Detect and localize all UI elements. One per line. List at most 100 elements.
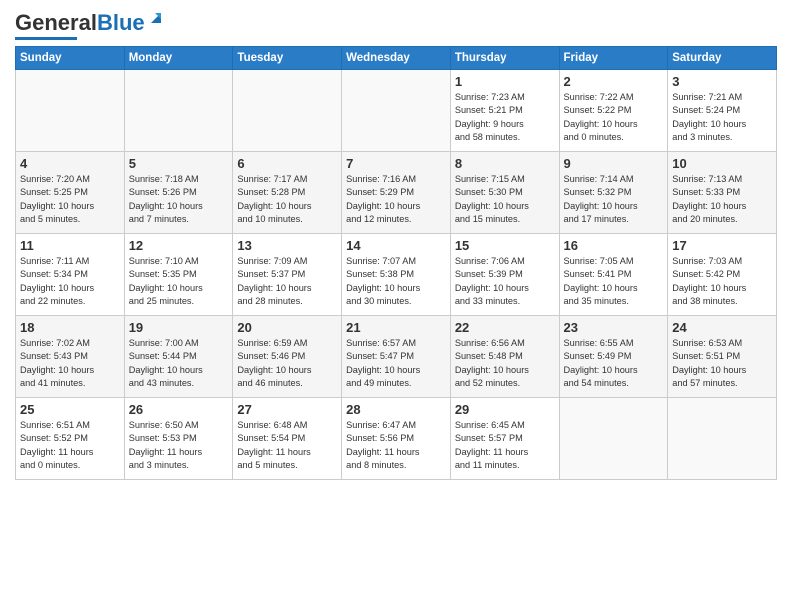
day-number: 15: [455, 238, 555, 253]
calendar-cell: 3 Sunrise: 7:21 AM Sunset: 5:24 PM Daylig…: [668, 70, 777, 152]
day-info: Sunrise: 7:10 AM Sunset: 5:35 PM Dayligh…: [129, 255, 229, 308]
calendar-cell: 13 Sunrise: 7:09 AM Sunset: 5:37 PM Dayli…: [233, 234, 342, 316]
day-number: 6: [237, 156, 337, 171]
weekday-header-sunday: Sunday: [16, 47, 125, 70]
weekday-header-friday: Friday: [559, 47, 668, 70]
day-info: Sunrise: 7:17 AM Sunset: 5:28 PM Dayligh…: [237, 173, 337, 226]
logo-icon: [147, 9, 165, 27]
day-info: Sunrise: 7:05 AM Sunset: 5:41 PM Dayligh…: [564, 255, 664, 308]
day-info: Sunrise: 7:09 AM Sunset: 5:37 PM Dayligh…: [237, 255, 337, 308]
day-number: 10: [672, 156, 772, 171]
calendar-cell: 12 Sunrise: 7:10 AM Sunset: 5:35 PM Dayli…: [124, 234, 233, 316]
day-info: Sunrise: 7:06 AM Sunset: 5:39 PM Dayligh…: [455, 255, 555, 308]
day-info: Sunrise: 7:13 AM Sunset: 5:33 PM Dayligh…: [672, 173, 772, 226]
day-number: 29: [455, 402, 555, 417]
calendar-cell: 5Sunrise: 7:18 AM Sunset: 5:26 PM Daylig…: [124, 152, 233, 234]
calendar-cell: [668, 398, 777, 480]
day-number: 28: [346, 402, 446, 417]
day-info: Sunrise: 7:14 AM Sunset: 5:32 PM Dayligh…: [564, 173, 664, 226]
day-number: 22: [455, 320, 555, 335]
calendar-cell: 20Sunrise: 6:59 AM Sunset: 5:46 PM Dayli…: [233, 316, 342, 398]
day-number: 11: [20, 238, 120, 253]
day-info: Sunrise: 6:57 AM Sunset: 5:47 PM Dayligh…: [346, 337, 446, 390]
calendar-cell: [124, 70, 233, 152]
week-row-3: 18Sunrise: 7:02 AM Sunset: 5:43 PM Dayli…: [16, 316, 777, 398]
day-number: 23: [564, 320, 664, 335]
calendar-cell: 8 Sunrise: 7:15 AM Sunset: 5:30 PM Daylig…: [450, 152, 559, 234]
day-info: Sunrise: 6:59 AM Sunset: 5:46 PM Dayligh…: [237, 337, 337, 390]
day-number: 1: [455, 74, 555, 89]
calendar-cell: 26 Sunrise: 6:50 AM Sunset: 5:53 PM Dayli…: [124, 398, 233, 480]
day-number: 16: [564, 238, 664, 253]
day-info: Sunrise: 7:22 AM Sunset: 5:22 PM Dayligh…: [564, 91, 664, 144]
calendar-cell: 23 Sunrise: 6:55 AM Sunset: 5:49 PM Dayli…: [559, 316, 668, 398]
calendar-cell: 18Sunrise: 7:02 AM Sunset: 5:43 PM Dayli…: [16, 316, 125, 398]
calendar-cell: 14Sunrise: 7:07 AM Sunset: 5:38 PM Dayli…: [342, 234, 451, 316]
week-row-4: 25Sunrise: 6:51 AM Sunset: 5:52 PM Dayli…: [16, 398, 777, 480]
week-row-2: 11 Sunrise: 7:11 AM Sunset: 5:34 PM Dayli…: [16, 234, 777, 316]
day-number: 12: [129, 238, 229, 253]
day-info: Sunrise: 6:55 AM Sunset: 5:49 PM Dayligh…: [564, 337, 664, 390]
day-info: Sunrise: 6:56 AM Sunset: 5:48 PM Dayligh…: [455, 337, 555, 390]
day-info: Sunrise: 7:16 AM Sunset: 5:29 PM Dayligh…: [346, 173, 446, 226]
logo: GeneralBlue: [15, 10, 165, 40]
calendar-cell: 21 Sunrise: 6:57 AM Sunset: 5:47 PM Dayli…: [342, 316, 451, 398]
calendar-cell: 10 Sunrise: 7:13 AM Sunset: 5:33 PM Dayli…: [668, 152, 777, 234]
calendar-cell: 25Sunrise: 6:51 AM Sunset: 5:52 PM Dayli…: [16, 398, 125, 480]
weekday-header-tuesday: Tuesday: [233, 47, 342, 70]
day-number: 13: [237, 238, 337, 253]
weekday-header-thursday: Thursday: [450, 47, 559, 70]
calendar-cell: 6 Sunrise: 7:17 AM Sunset: 5:28 PM Daylig…: [233, 152, 342, 234]
calendar-cell: 4 Sunrise: 7:20 AM Sunset: 5:25 PM Daylig…: [16, 152, 125, 234]
day-info: Sunrise: 6:47 AM Sunset: 5:56 PM Dayligh…: [346, 419, 446, 472]
day-info: Sunrise: 7:18 AM Sunset: 5:26 PM Dayligh…: [129, 173, 229, 226]
calendar-cell: 24Sunrise: 6:53 AM Sunset: 5:51 PM Dayli…: [668, 316, 777, 398]
day-number: 19: [129, 320, 229, 335]
calendar-header-row: SundayMondayTuesdayWednesdayThursdayFrid…: [16, 47, 777, 70]
day-number: 7: [346, 156, 446, 171]
day-info: Sunrise: 7:21 AM Sunset: 5:24 PM Dayligh…: [672, 91, 772, 144]
day-info: Sunrise: 6:51 AM Sunset: 5:52 PM Dayligh…: [20, 419, 120, 472]
calendar-table: SundayMondayTuesdayWednesdayThursdayFrid…: [15, 46, 777, 480]
day-info: Sunrise: 7:00 AM Sunset: 5:44 PM Dayligh…: [129, 337, 229, 390]
day-number: 2: [564, 74, 664, 89]
calendar-cell: 16 Sunrise: 7:05 AM Sunset: 5:41 PM Dayli…: [559, 234, 668, 316]
day-info: Sunrise: 7:23 AM Sunset: 5:21 PM Dayligh…: [455, 91, 555, 144]
calendar-body: 1 Sunrise: 7:23 AM Sunset: 5:21 PM Daylig…: [16, 70, 777, 480]
calendar-cell: 29 Sunrise: 6:45 AM Sunset: 5:57 PM Dayli…: [450, 398, 559, 480]
calendar-cell: 11 Sunrise: 7:11 AM Sunset: 5:34 PM Dayli…: [16, 234, 125, 316]
day-info: Sunrise: 7:15 AM Sunset: 5:30 PM Dayligh…: [455, 173, 555, 226]
day-number: 8: [455, 156, 555, 171]
day-number: 27: [237, 402, 337, 417]
day-number: 24: [672, 320, 772, 335]
day-info: Sunrise: 6:50 AM Sunset: 5:53 PM Dayligh…: [129, 419, 229, 472]
day-info: Sunrise: 7:11 AM Sunset: 5:34 PM Dayligh…: [20, 255, 120, 308]
calendar-cell: 17Sunrise: 7:03 AM Sunset: 5:42 PM Dayli…: [668, 234, 777, 316]
day-number: 14: [346, 238, 446, 253]
logo-text: GeneralBlue: [15, 10, 145, 36]
calendar-cell: [16, 70, 125, 152]
day-info: Sunrise: 7:20 AM Sunset: 5:25 PM Dayligh…: [20, 173, 120, 226]
weekday-header-monday: Monday: [124, 47, 233, 70]
week-row-0: 1 Sunrise: 7:23 AM Sunset: 5:21 PM Daylig…: [16, 70, 777, 152]
calendar-cell: [342, 70, 451, 152]
calendar-cell: [233, 70, 342, 152]
day-number: 3: [672, 74, 772, 89]
day-number: 26: [129, 402, 229, 417]
calendar-cell: 22 Sunrise: 6:56 AM Sunset: 5:48 PM Dayli…: [450, 316, 559, 398]
calendar-cell: 19 Sunrise: 7:00 AM Sunset: 5:44 PM Dayli…: [124, 316, 233, 398]
calendar-cell: 2 Sunrise: 7:22 AM Sunset: 5:22 PM Daylig…: [559, 70, 668, 152]
day-number: 18: [20, 320, 120, 335]
day-number: 17: [672, 238, 772, 253]
calendar-cell: 15 Sunrise: 7:06 AM Sunset: 5:39 PM Dayli…: [450, 234, 559, 316]
day-number: 9: [564, 156, 664, 171]
day-info: Sunrise: 6:45 AM Sunset: 5:57 PM Dayligh…: [455, 419, 555, 472]
day-info: Sunrise: 6:48 AM Sunset: 5:54 PM Dayligh…: [237, 419, 337, 472]
day-number: 4: [20, 156, 120, 171]
week-row-1: 4 Sunrise: 7:20 AM Sunset: 5:25 PM Daylig…: [16, 152, 777, 234]
calendar-cell: [559, 398, 668, 480]
calendar-cell: 28 Sunrise: 6:47 AM Sunset: 5:56 PM Dayli…: [342, 398, 451, 480]
day-number: 21: [346, 320, 446, 335]
weekday-header-wednesday: Wednesday: [342, 47, 451, 70]
calendar-cell: 7 Sunrise: 7:16 AM Sunset: 5:29 PM Daylig…: [342, 152, 451, 234]
